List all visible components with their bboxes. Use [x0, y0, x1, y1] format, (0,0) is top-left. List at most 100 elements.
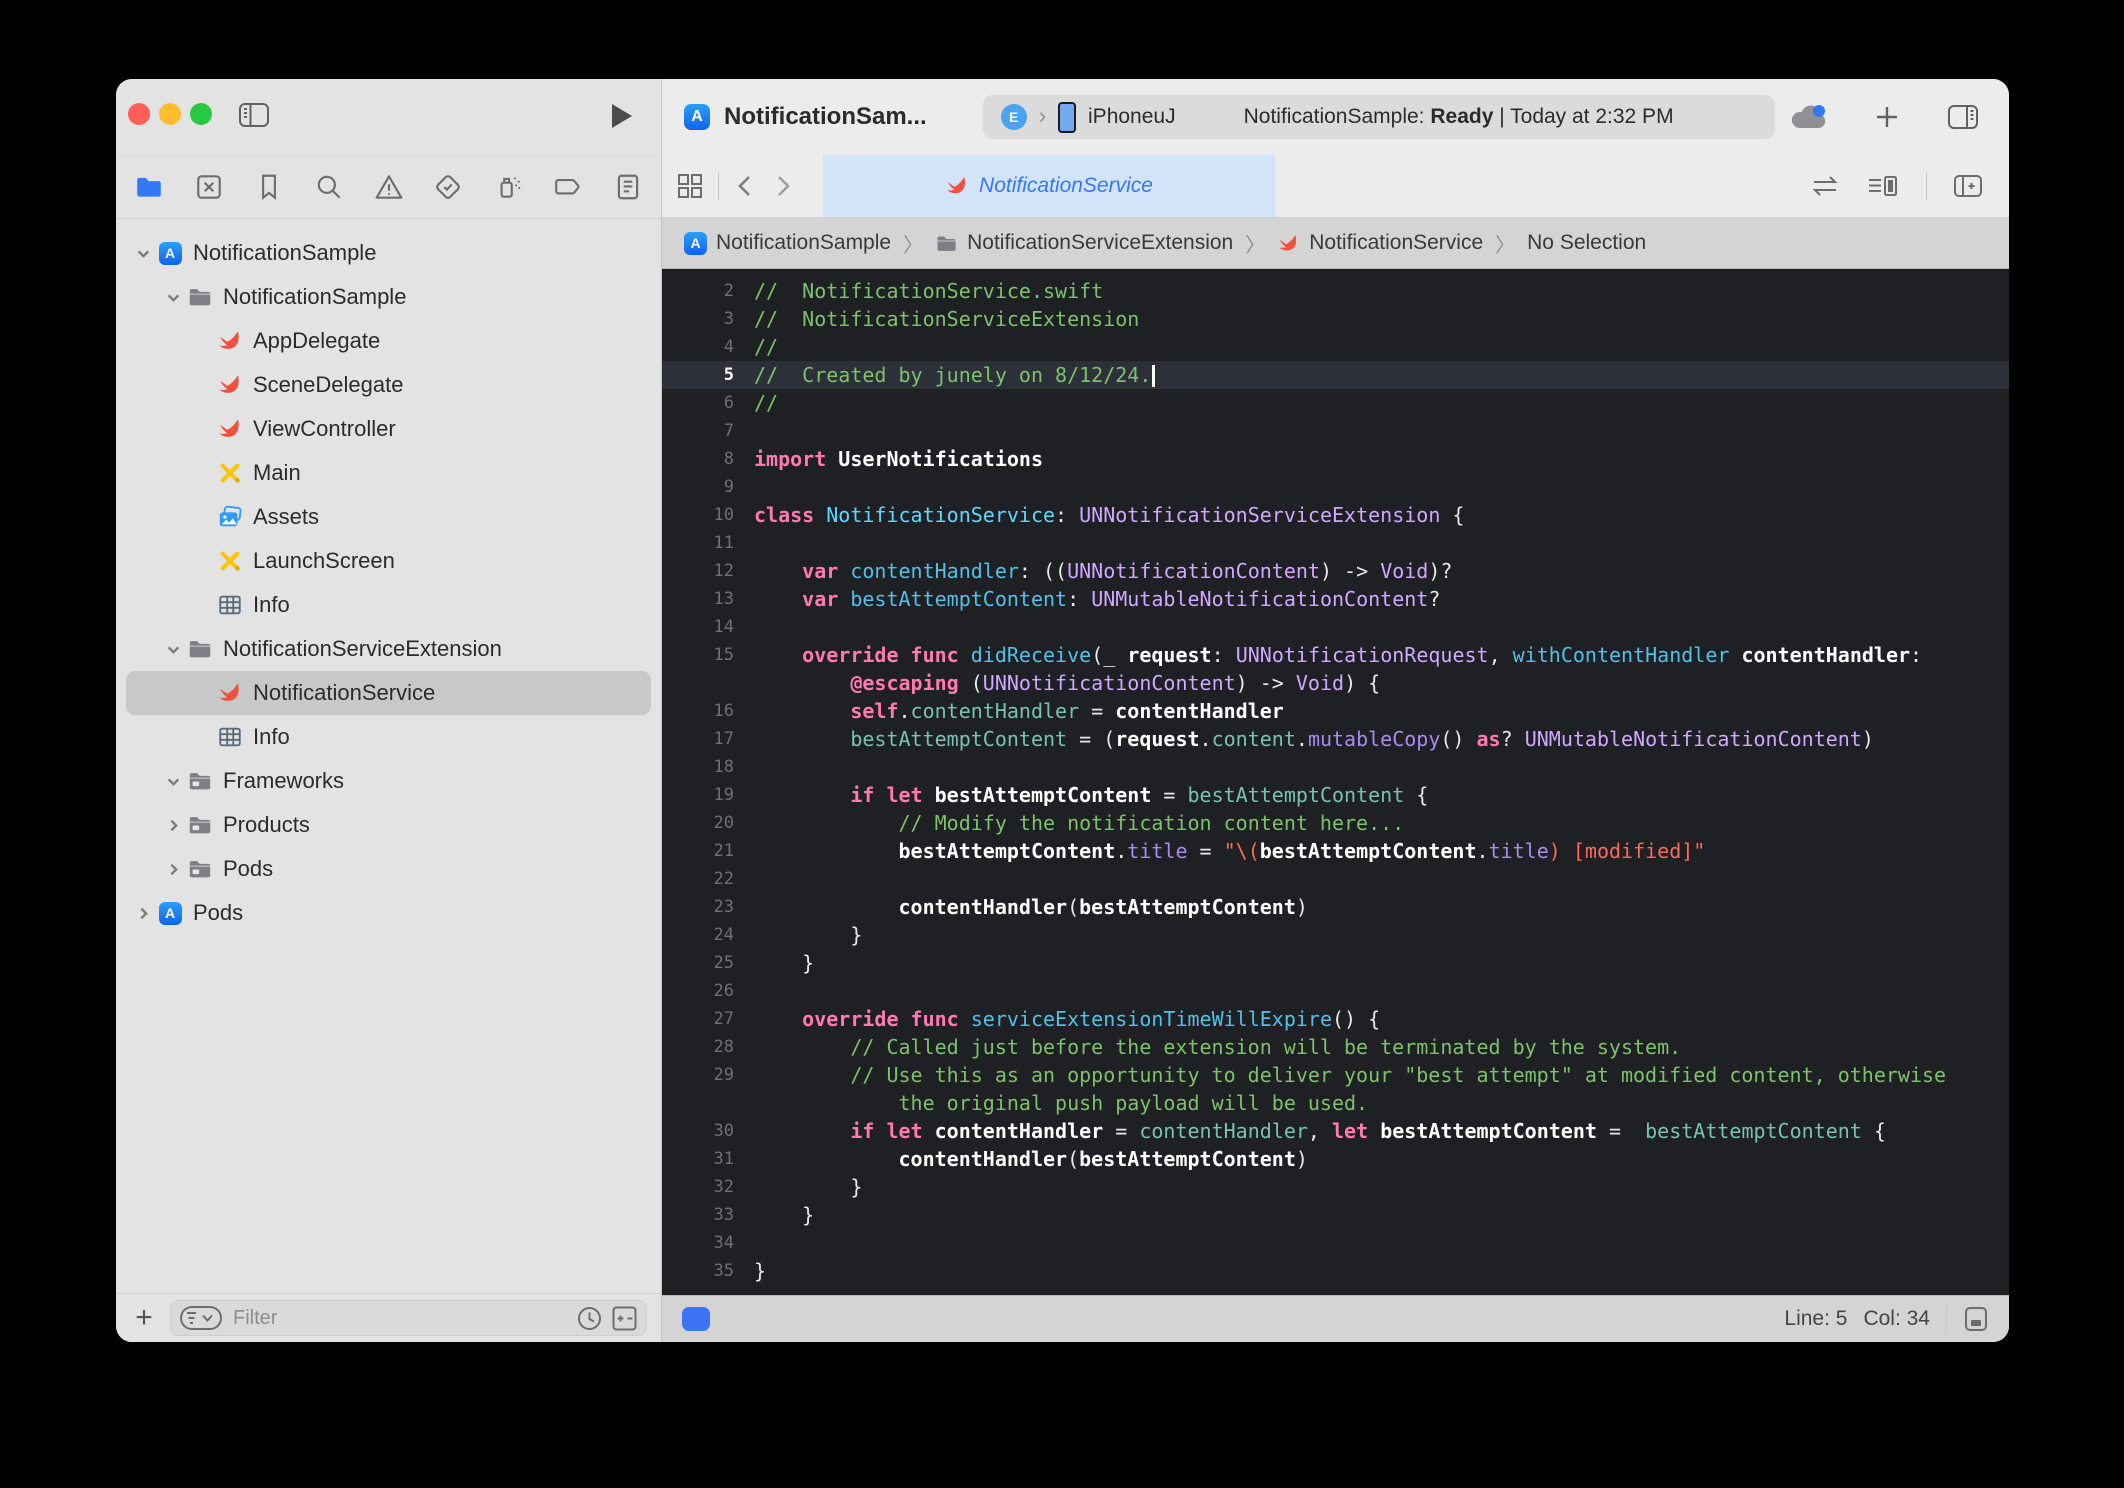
source-control-navigator-icon[interactable]: [192, 170, 226, 204]
code-editor[interactable]: 2// NotificationService.swift3// Notific…: [662, 269, 2009, 1295]
run-button[interactable]: [607, 101, 635, 131]
code-line-14[interactable]: 14: [662, 613, 2009, 641]
breadcrumb-item[interactable]: NotificationServiceExtension: [935, 231, 1233, 255]
scheme-device-pill[interactable]: E › iPhoneuJ NotificationSample: Ready |…: [983, 95, 1775, 139]
tree-item-scenedelegate[interactable]: SceneDelegate: [126, 363, 651, 407]
bookmark-navigator-icon[interactable]: [252, 170, 286, 204]
debug-navigator-icon[interactable]: [491, 170, 525, 204]
chevron-right-icon[interactable]: [130, 906, 156, 921]
filter-options-icon[interactable]: [179, 1304, 223, 1332]
zoom-button[interactable]: [190, 103, 212, 125]
editor-options-icon[interactable]: [1866, 172, 1900, 200]
device-name[interactable]: iPhoneuJ: [1088, 105, 1176, 129]
code-line-25[interactable]: 25 }: [662, 949, 2009, 977]
add-editor-icon[interactable]: [1953, 172, 1983, 200]
go-back-icon[interactable]: [733, 172, 757, 200]
tree-item-assets[interactable]: Assets: [126, 495, 651, 539]
chevron-down-icon[interactable]: [160, 642, 186, 657]
filter-input[interactable]: [231, 1306, 568, 1331]
code-line-23[interactable]: 23 contentHandler(bestAttemptContent): [662, 893, 2009, 921]
code-line-28[interactable]: 28 // Called just before the extension w…: [662, 1033, 2009, 1061]
code-line-24[interactable]: 24 }: [662, 921, 2009, 949]
chevron-right-icon[interactable]: [160, 862, 186, 877]
tree-item-appdelegate[interactable]: AppDelegate: [126, 319, 651, 363]
code-line-8[interactable]: 8import UserNotifications: [662, 445, 2009, 473]
chevron-right-icon[interactable]: [160, 818, 186, 833]
divider: [1926, 172, 1927, 200]
editor-mode-badge[interactable]: [682, 1307, 710, 1331]
add-item-button[interactable]: +: [130, 1303, 158, 1333]
filter-field[interactable]: [170, 1300, 647, 1336]
source-control-status-icon[interactable]: [611, 1305, 638, 1332]
swap-editor-icon[interactable]: [1810, 172, 1840, 200]
breadcrumb-item[interactable]: ANotificationSample: [684, 231, 891, 255]
breadcrumb-item[interactable]: No Selection: [1527, 231, 1646, 255]
code-line-21[interactable]: 21 bestAttemptContent.title = "\(bestAtt…: [662, 837, 2009, 865]
scheme-icon[interactable]: E: [1001, 104, 1027, 130]
code-line-13[interactable]: 13 var bestAttemptContent: UNMutableNoti…: [662, 585, 2009, 613]
recent-files-icon[interactable]: [576, 1305, 603, 1332]
code-line-26[interactable]: 26: [662, 977, 2009, 1005]
code-line-33[interactable]: 33 }: [662, 1201, 2009, 1229]
project-navigator-icon[interactable]: [132, 170, 166, 204]
breakpoint-navigator-icon[interactable]: [551, 170, 585, 204]
code-line-31[interactable]: 31 contentHandler(bestAttemptContent): [662, 1145, 2009, 1173]
code-line-10[interactable]: 10class NotificationService: UNNotificat…: [662, 501, 2009, 529]
cloud-sync-icon[interactable]: [1789, 102, 1827, 132]
go-forward-icon[interactable]: [771, 172, 795, 200]
tree-item-frameworks[interactable]: Frameworks: [126, 759, 651, 803]
find-navigator-icon[interactable]: [312, 170, 346, 204]
test-navigator-icon[interactable]: [431, 170, 465, 204]
chevron-down-icon[interactable]: [160, 774, 186, 789]
tree-item-products[interactable]: Products: [126, 803, 651, 847]
code-line-29[interactable]: 29 // Use this as an opportunity to deli…: [662, 1061, 2009, 1089]
code-line-5[interactable]: 5// Created by junely on 8/12/24.: [662, 361, 2009, 389]
tree-item-notificationsample[interactable]: NotificationSample: [126, 275, 651, 319]
code-line-34[interactable]: 34: [662, 1229, 2009, 1257]
tree-item-launchscreen[interactable]: LaunchScreen: [126, 539, 651, 583]
code-line-wrap[interactable]: @escaping (UNNotificationContent) -> Voi…: [662, 669, 2009, 697]
code-line-16[interactable]: 16 self.contentHandler = contentHandler: [662, 697, 2009, 725]
chevron-down-icon[interactable]: [130, 246, 156, 261]
code-line-22[interactable]: 22: [662, 865, 2009, 893]
code-line-32[interactable]: 32 }: [662, 1173, 2009, 1201]
code-line-18[interactable]: 18: [662, 753, 2009, 781]
code-line-4[interactable]: 4//: [662, 333, 2009, 361]
issue-navigator-icon[interactable]: [372, 170, 406, 204]
related-items-icon[interactable]: [676, 172, 704, 200]
toggle-inspector-icon[interactable]: [1947, 103, 1979, 131]
tree-item-info[interactable]: Info: [126, 583, 651, 627]
code-line-27[interactable]: 27 override func serviceExtensionTimeWil…: [662, 1005, 2009, 1033]
tree-item-notificationsample[interactable]: ANotificationSample: [126, 231, 651, 275]
toggle-sidebar-icon[interactable]: [238, 101, 270, 129]
code-line-17[interactable]: 17 bestAttemptContent = (request.content…: [662, 725, 2009, 753]
minimize-button[interactable]: [159, 103, 181, 125]
tree-item-pods[interactable]: APods: [126, 891, 651, 935]
minimap-toggle-icon[interactable]: [1963, 1305, 1989, 1333]
tab-notificationservice[interactable]: NotificationService: [823, 155, 1275, 217]
tree-item-pods[interactable]: Pods: [126, 847, 651, 891]
add-button[interactable]: [1873, 103, 1901, 131]
code-line-35[interactable]: 35}: [662, 1257, 2009, 1285]
code-line-30[interactable]: 30 if let contentHandler = contentHandle…: [662, 1117, 2009, 1145]
code-line-15[interactable]: 15 override func didReceive(_ request: U…: [662, 641, 2009, 669]
code-line-7[interactable]: 7: [662, 417, 2009, 445]
code-line-2[interactable]: 2// NotificationService.swift: [662, 277, 2009, 305]
close-button[interactable]: [128, 103, 150, 125]
code-line-3[interactable]: 3// NotificationServiceExtension: [662, 305, 2009, 333]
code-line-12[interactable]: 12 var contentHandler: ((UNNotificationC…: [662, 557, 2009, 585]
tree-item-notificationservice[interactable]: NotificationService: [126, 671, 651, 715]
tree-item-viewcontroller[interactable]: ViewController: [126, 407, 651, 451]
code-line-20[interactable]: 20 // Modify the notification content he…: [662, 809, 2009, 837]
code-line-wrap[interactable]: the original push payload will be used.: [662, 1089, 2009, 1117]
code-line-6[interactable]: 6//: [662, 389, 2009, 417]
code-line-9[interactable]: 9: [662, 473, 2009, 501]
report-navigator-icon[interactable]: [611, 170, 645, 204]
code-line-19[interactable]: 19 if let bestAttemptContent = bestAttem…: [662, 781, 2009, 809]
chevron-down-icon[interactable]: [160, 290, 186, 305]
tree-item-info[interactable]: Info: [126, 715, 651, 759]
tree-item-notificationserviceextension[interactable]: NotificationServiceExtension: [126, 627, 651, 671]
code-line-11[interactable]: 11: [662, 529, 2009, 557]
tree-item-main[interactable]: Main: [126, 451, 651, 495]
breadcrumb-item[interactable]: NotificationService: [1277, 231, 1483, 255]
